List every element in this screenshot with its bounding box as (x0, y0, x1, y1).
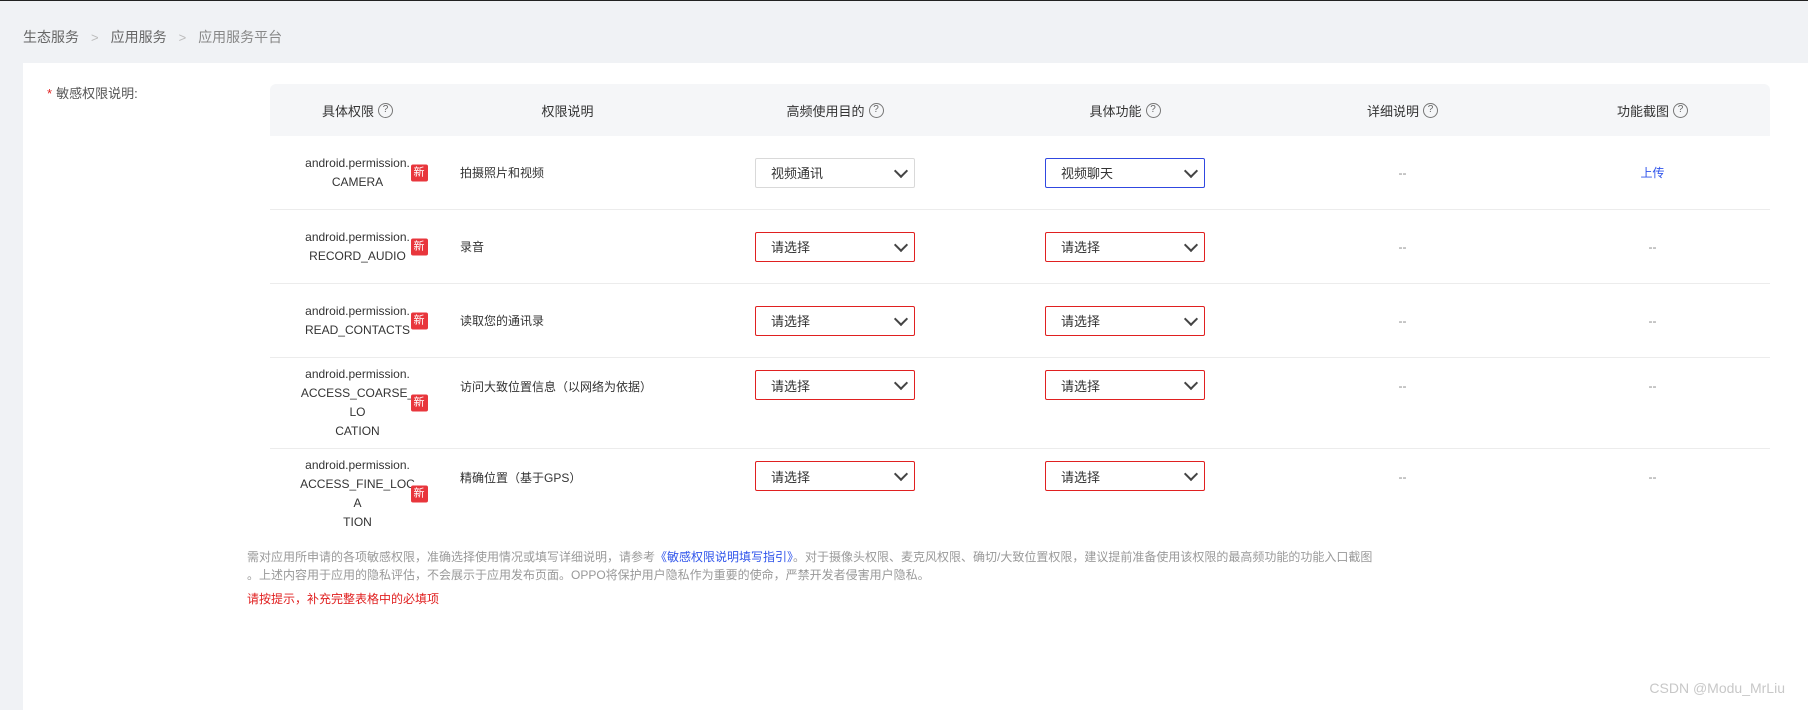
permissions-table: 具体权限? 权限说明 高频使用目的? 具体功能? 详细说明? 功能截图? and… (270, 84, 1770, 539)
screenshot-cell: -- (1648, 313, 1657, 328)
watermark: CSDN @Modu_MrLiu (1649, 680, 1785, 696)
detail-cell: -- (1398, 239, 1407, 254)
help-icon[interactable]: ? (1145, 102, 1161, 118)
permission-name: android.permission. ACCESS_FINE_LOCA TION … (298, 456, 428, 532)
detail-cell: -- (1398, 470, 1407, 484)
function-select[interactable]: 请选择 (1045, 305, 1205, 336)
chevron-down-icon (893, 375, 909, 391)
function-select[interactable]: 请选择 (1045, 461, 1205, 491)
chevron-down-icon (1183, 466, 1199, 482)
table-row: android.permission. READ_CONTACTS 新 读取您的通… (270, 284, 1770, 358)
upload-link[interactable]: 上传 (1535, 164, 1770, 181)
permission-name: android.permission. RECORD_AUDIO 新 (298, 228, 428, 266)
guidance-note: 需对应用所申请的各项敏感权限，准确选择使用情况或填写详细说明，请参考《敏感权限说… (247, 548, 1377, 584)
field-label: * 敏感权限说明: (47, 83, 138, 102)
breadcrumb-current: 应用服务平台 (198, 29, 283, 45)
chevron-down-icon (893, 237, 909, 252)
help-icon[interactable]: ? (1673, 102, 1688, 118)
chevron-down-icon (1183, 237, 1199, 252)
validation-error: 请按提示，补充完整表格中的必填项 (247, 592, 440, 606)
top-border (0, 0, 1808, 1)
detail-cell: -- (1398, 379, 1407, 393)
screenshot-cell: -- (1648, 239, 1657, 254)
screenshot-cell: -- (1648, 379, 1657, 393)
breadcrumb-separator-icon: > (178, 29, 187, 45)
breadcrumb: 生态服务 > 应用服务 > 应用服务平台 (23, 25, 282, 49)
table-row: android.permission. ACCESS_FINE_LOCA TION … (270, 449, 1770, 539)
detail-cell: -- (1398, 165, 1407, 180)
screenshot-cell: -- (1648, 470, 1657, 484)
permission-name: android.permission. CAMERA 新 (298, 154, 428, 192)
table-row: android.permission. CAMERA 新 拍摄照片和视频 视频通讯… (270, 136, 1770, 210)
table-row: android.permission. ACCESS_COARSE_LO CATIO… (270, 358, 1770, 449)
function-select[interactable]: 请选择 (1045, 231, 1205, 262)
header-function: 具体功能? (980, 101, 1270, 120)
help-icon[interactable]: ? (1423, 102, 1438, 118)
chevron-down-icon (1183, 375, 1199, 391)
purpose-select[interactable]: 请选择 (755, 231, 915, 262)
function-select[interactable]: 请选择 (1045, 370, 1205, 400)
chevron-down-icon (1183, 311, 1199, 326)
header-description: 权限说明 (541, 103, 594, 119)
function-select[interactable]: 视频聊天 (1045, 157, 1205, 188)
purpose-select[interactable]: 请选择 (755, 370, 915, 400)
purpose-select[interactable]: 请选择 (755, 461, 915, 491)
permission-desc: 拍摄照片和视频 (460, 166, 545, 180)
chevron-down-icon (1183, 163, 1199, 178)
new-badge: 新 (410, 394, 428, 412)
chevron-down-icon (893, 163, 909, 178)
permission-desc: 读取您的通讯录 (460, 314, 545, 328)
permission-desc: 访问大致位置信息（以网络为依据） (460, 380, 653, 394)
permission-name: android.permission. READ_CONTACTS 新 (298, 302, 428, 340)
permission-desc: 录音 (460, 240, 485, 254)
field-label-text: 敏感权限说明: (56, 86, 138, 101)
header-detail: 详细说明? (1270, 101, 1535, 120)
purpose-select[interactable]: 请选择 (755, 305, 915, 336)
purpose-select[interactable]: 视频通讯 (755, 157, 915, 188)
breadcrumb-app-services[interactable]: 应用服务 (111, 27, 167, 47)
new-badge: 新 (410, 238, 428, 255)
help-icon[interactable]: ? (378, 102, 393, 118)
new-badge: 新 (410, 485, 428, 503)
required-mark: * (47, 86, 53, 101)
table-row: android.permission. RECORD_AUDIO 新 录音 请选择… (270, 210, 1770, 284)
breadcrumb-eco-services[interactable]: 生态服务 (23, 27, 79, 47)
detail-cell: -- (1398, 313, 1407, 328)
breadcrumb-separator-icon: > (91, 29, 99, 45)
chevron-down-icon (893, 466, 909, 482)
guide-link[interactable]: 《敏感权限说明填写指引》 (655, 550, 793, 564)
form-panel: * 敏感权限说明: 具体权限? 权限说明 高频使用目的? 具体功能? 详细说明? … (23, 63, 1808, 710)
header-purpose: 高频使用目的? (690, 101, 980, 120)
permission-name: android.permission. ACCESS_COARSE_LO CATIO… (298, 365, 428, 441)
chevron-down-icon (893, 311, 909, 326)
header-permission: 具体权限? (270, 101, 445, 120)
help-icon[interactable]: ? (868, 102, 884, 118)
note-text-before: 需对应用所申请的各项敏感权限，准确选择使用情况或填写详细说明，请参考 (247, 550, 656, 564)
table-header: 具体权限? 权限说明 高频使用目的? 具体功能? 详细说明? 功能截图? (270, 84, 1770, 136)
new-badge: 新 (410, 164, 428, 181)
new-badge: 新 (410, 312, 428, 329)
header-screenshot: 功能截图? (1535, 101, 1770, 120)
permission-desc: 精确位置（基于GPS） (460, 471, 582, 485)
